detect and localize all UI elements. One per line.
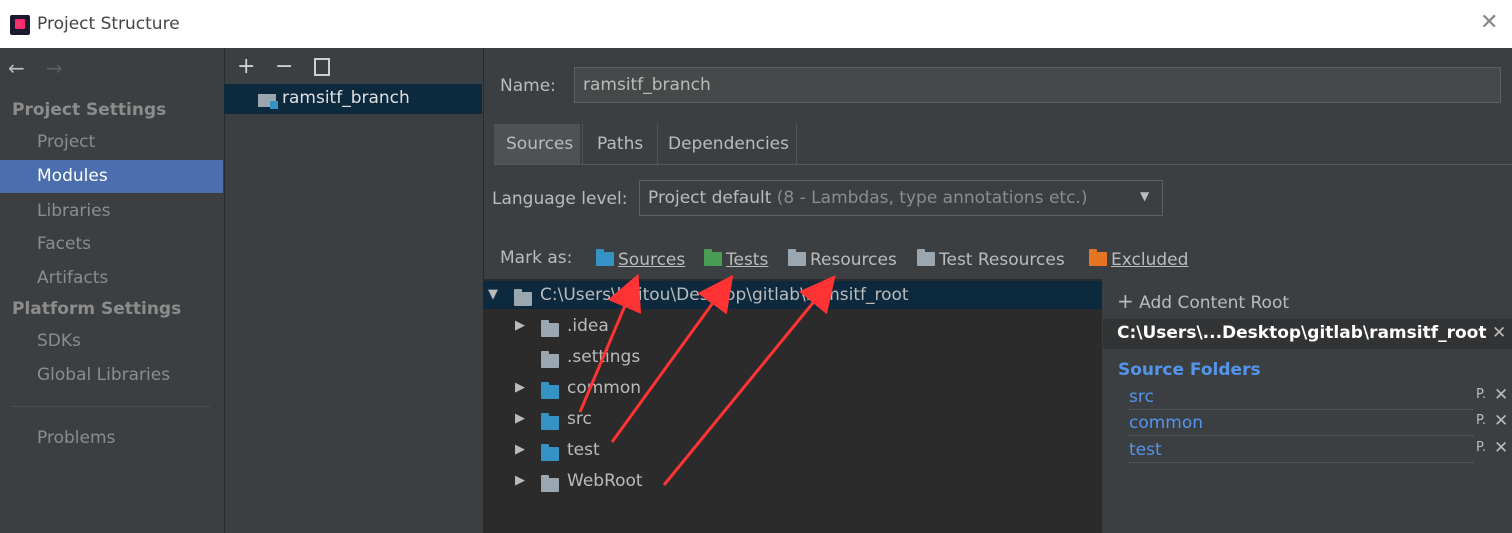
annotation-arrow	[610, 274, 734, 443]
annotation-arrow	[578, 273, 642, 413]
annotation-arrow	[662, 275, 836, 486]
annotation-arrows	[578, 273, 836, 486]
